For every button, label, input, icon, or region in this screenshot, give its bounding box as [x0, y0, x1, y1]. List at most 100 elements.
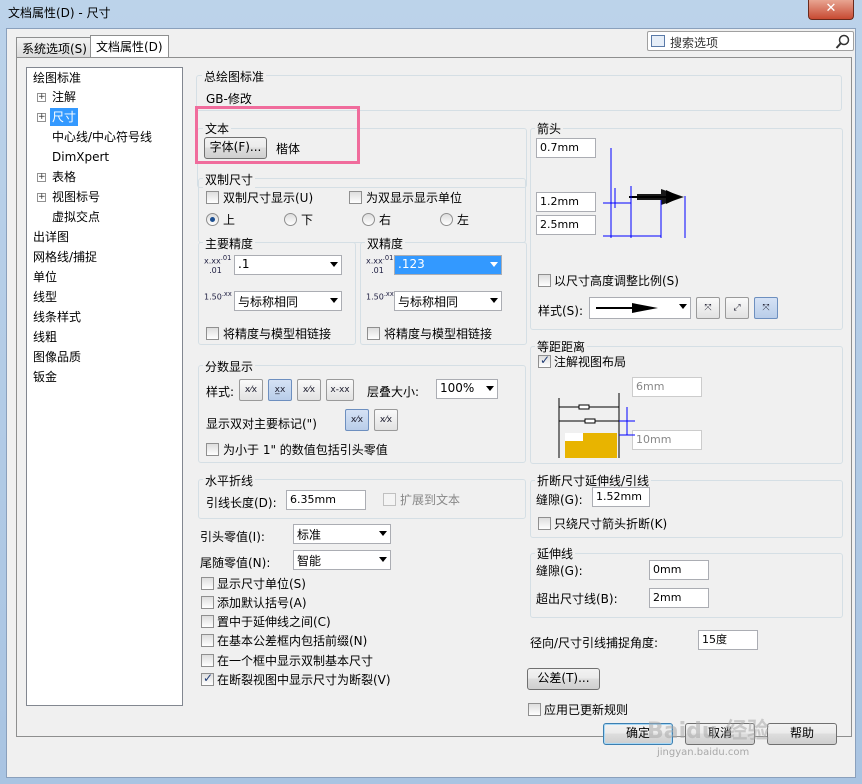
arrow-outside-icon[interactable]: ⤧	[696, 297, 720, 319]
tree-item-view-labels[interactable]: 视图标号	[52, 188, 100, 206]
ext-beyond-input[interactable]: 2mm	[649, 588, 709, 608]
dialog-window: 文档属性(D) - 尺寸 ✕ 系统选项(S) 文档属性(D) 搜索选项 绘图标准…	[0, 0, 862, 784]
tolerance-button[interactable]: 公差(T)...	[527, 668, 600, 690]
extend-text-checkbox[interactable]	[383, 493, 396, 506]
scale-arrow-label: 以尺寸高度调整比例(S)	[554, 274, 679, 288]
fraction-style-slash-icon[interactable]: x⁄x	[239, 379, 263, 401]
primary-precision-select[interactable]: .1	[234, 255, 342, 275]
primary-precision-label: 主要精度	[203, 235, 256, 252]
tree-item-annotations[interactable]: 注解	[52, 88, 76, 106]
arrow-smart-icon[interactable]: ⤧	[754, 297, 778, 319]
tree-item-line-thickness[interactable]: 线粗	[33, 328, 57, 346]
radio-top[interactable]	[206, 213, 219, 226]
dual-display-label: 双制尺寸显示(U)	[223, 191, 314, 205]
tree-item-grid-snap[interactable]: 网格线/捕捉	[33, 248, 97, 266]
tab-document-properties[interactable]: 文档属性(D)	[90, 35, 169, 58]
tree-item-image-quality[interactable]: 图像品质	[33, 348, 81, 366]
dual-tolerance-select[interactable]: 与标称相同	[394, 291, 502, 311]
stack-size-label: 层叠大小:	[367, 385, 420, 399]
dual-display-checkbox[interactable]	[206, 191, 219, 204]
dual-basic-checkbox[interactable]	[201, 654, 214, 667]
trailing-zero-select[interactable]: 智能	[293, 550, 391, 570]
arrow-style-select[interactable]	[589, 297, 691, 319]
radio-left[interactable]	[440, 213, 453, 226]
center-between-checkbox[interactable]	[201, 615, 214, 628]
break-arrow-label: 只绕尺寸箭头折断(K)	[554, 517, 668, 531]
search-icon[interactable]	[835, 34, 851, 50]
radio-right[interactable]	[362, 213, 375, 226]
radial-angle-input[interactable]: 15度	[698, 630, 758, 650]
dual-group-label: 双制尺寸	[203, 171, 256, 188]
arrow-inside-icon[interactable]: ⤢	[725, 297, 749, 319]
fraction-style-stacked-icon[interactable]: x̲x	[268, 379, 292, 401]
apply-rules-checkbox[interactable]	[528, 703, 541, 716]
expand-icon[interactable]: +	[37, 193, 46, 202]
tree-item-line-style[interactable]: 线条样式	[33, 308, 81, 326]
radio-right-label: 右	[379, 213, 392, 227]
ext-gap-input[interactable]: 0mm	[649, 560, 709, 580]
primary-link-checkbox[interactable]	[206, 327, 219, 340]
broken-view-checkbox[interactable]	[201, 671, 214, 686]
watermark-brand: Baidu 经验	[647, 719, 770, 744]
tree-item-tables[interactable]: 表格	[52, 168, 76, 186]
tree-item-line-font[interactable]: 线型	[33, 288, 57, 306]
break-gap-label: 缝隙(G):	[536, 493, 583, 507]
arrow-style-icon	[596, 303, 658, 313]
dual-marks-on-icon[interactable]: x⁄x	[345, 409, 369, 431]
precision-icon: x.xx.01 .01	[204, 254, 232, 275]
leader-length-input[interactable]: 6.35mm	[286, 490, 366, 510]
center-between-label: 置中于延伸线之间(C)	[217, 615, 331, 629]
offset-first-input[interactable]: 6mm	[632, 377, 702, 397]
dual-link-checkbox[interactable]	[367, 327, 380, 340]
dual-units-checkbox[interactable]	[349, 191, 362, 204]
arrow-height-input[interactable]: 0.7mm	[536, 138, 596, 158]
tree-item-dimxpert[interactable]: DimXpert	[52, 148, 109, 166]
arrow-length-input[interactable]: 2.5mm	[536, 215, 596, 235]
tree-item-virtual-sharps[interactable]: 虚拟交点	[52, 208, 100, 226]
tree-item-sheet-metal[interactable]: 钣金	[33, 368, 57, 386]
dual-precision-icon: x.xx.01 .01	[366, 254, 394, 275]
dual-precision-select[interactable]: .123	[394, 255, 502, 275]
primary-tolerance-select[interactable]: 与标称相同	[234, 291, 342, 311]
radio-top-label: 上	[223, 213, 236, 227]
show-units-checkbox[interactable]	[201, 577, 214, 590]
break-arrow-checkbox[interactable]	[538, 517, 551, 530]
offset-diagram-icon	[558, 393, 635, 458]
expand-icon[interactable]: +	[37, 93, 46, 102]
tab-system-options[interactable]: 系统选项(S)	[16, 37, 93, 57]
tree-item-dimensions[interactable]: 尺寸	[50, 108, 79, 126]
leading-zero-select[interactable]: 标准	[293, 524, 391, 544]
help-button[interactable]: 帮助	[767, 723, 837, 745]
dual-tolerance-precision-icon: 1.50.xx	[366, 290, 394, 302]
close-button[interactable]: ✕	[808, 0, 854, 20]
arrow-width-input[interactable]: 1.2mm	[536, 192, 596, 212]
arrow-diagram-icon	[603, 148, 686, 238]
default-parentheses-label: 添加默认括号(A)	[217, 596, 307, 610]
fraction-style-diagonal-icon[interactable]: x⁄x	[297, 379, 321, 401]
options-tree: 绘图标准 + 注解 + 尺寸 中心线/中心符号线 DimXpert + 表格 +…	[26, 67, 183, 706]
include-prefix-checkbox[interactable]	[201, 634, 214, 647]
radio-bottom[interactable]	[284, 213, 297, 226]
dual-units-label: 为双显示显示单位	[366, 191, 463, 205]
break-gap-input[interactable]: 1.52mm	[592, 487, 650, 507]
fraction-style-dash-icon[interactable]: x-xx	[326, 379, 354, 401]
offset-next-input[interactable]: 10mm	[632, 430, 702, 450]
annotation-layout-label: 注解视图布局	[554, 355, 627, 369]
stack-size-select[interactable]: 100%	[436, 379, 498, 399]
tree-item-detailing[interactable]: 出详图	[33, 228, 69, 246]
expand-icon[interactable]: +	[37, 173, 46, 182]
dual-link-label: 将精度与模型相链接	[384, 327, 493, 341]
fraction-label: 分数显示	[203, 358, 256, 375]
scale-arrow-checkbox[interactable]	[538, 274, 551, 287]
overall-standard-value: GB-修改	[206, 92, 252, 106]
tree-item-drafting-standard[interactable]: 绘图标准	[33, 69, 81, 87]
default-parentheses-checkbox[interactable]	[201, 596, 214, 609]
dual-marks-off-icon[interactable]: x⁄x	[374, 409, 398, 431]
tree-item-centerlines[interactable]: 中心线/中心符号线	[52, 128, 152, 146]
annotation-layout-checkbox[interactable]	[538, 353, 551, 368]
expand-icon[interactable]: +	[37, 113, 46, 122]
dual-precision-label: 双精度	[365, 235, 406, 252]
search-box[interactable]: 搜索选项	[647, 31, 854, 51]
include-zeros-checkbox[interactable]	[206, 443, 219, 456]
tree-item-units[interactable]: 单位	[33, 268, 57, 286]
